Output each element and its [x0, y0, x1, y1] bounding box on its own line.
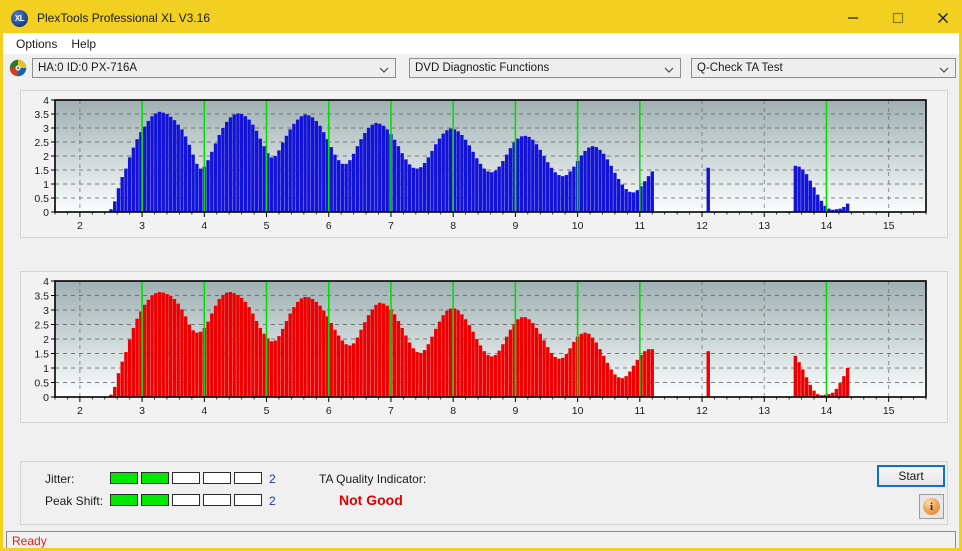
svg-text:4: 4	[201, 405, 207, 417]
ta-quality-value: Not Good	[339, 492, 403, 508]
meter-segment	[110, 494, 138, 506]
svg-text:0: 0	[43, 392, 49, 404]
menu-item-options[interactable]: Options	[9, 35, 64, 53]
svg-text:5: 5	[264, 220, 270, 232]
meter-segment	[110, 472, 138, 484]
menu-bar: Options Help	[3, 33, 959, 54]
meter-segment	[234, 494, 262, 506]
drive-select[interactable]: HA:0 ID:0 PX-716A	[32, 58, 396, 78]
svg-text:3: 3	[43, 305, 49, 317]
jitter-label: Jitter:	[45, 472, 75, 486]
svg-text:3.5: 3.5	[34, 291, 49, 303]
results-panel: Jitter: 2 Peak Shift: 2 TA Quality Indic…	[20, 461, 948, 525]
svg-text:2.5: 2.5	[34, 320, 49, 332]
svg-text:0.5: 0.5	[34, 378, 49, 390]
meter-segment	[234, 472, 262, 484]
chevron-down-icon	[379, 65, 389, 73]
meter-segment	[203, 494, 231, 506]
svg-text:15: 15	[883, 405, 895, 417]
svg-text:1: 1	[43, 363, 49, 375]
ta-test-chart-bottom: 0 0.5 1 1.5 2 2.5 3 3.5 4 2 3 4 5 6 7 8 9 10 11 12 13 14 15	[34, 276, 927, 417]
svg-text:4: 4	[43, 95, 49, 107]
status-text: Ready	[12, 533, 47, 548]
svg-text:12: 12	[696, 220, 708, 232]
svg-text:13: 13	[758, 405, 770, 417]
svg-text:1.5: 1.5	[34, 349, 49, 361]
toolbar: HA:0 ID:0 PX-716A DVD Diagnostic Functio…	[3, 54, 959, 82]
svg-text:2.5: 2.5	[34, 137, 49, 149]
svg-text:11: 11	[634, 405, 645, 417]
peak-shift-meter	[110, 494, 262, 506]
svg-text:8: 8	[450, 220, 456, 232]
close-icon[interactable]	[920, 3, 959, 33]
test-select-value: Q-Check TA Test	[697, 62, 783, 74]
svg-text:2: 2	[77, 405, 83, 417]
svg-text:4: 4	[201, 220, 207, 232]
svg-text:3.5: 3.5	[34, 109, 49, 121]
info-button[interactable]: i	[919, 494, 944, 519]
svg-text:6: 6	[326, 220, 332, 232]
category-select-value: DVD Diagnostic Functions	[415, 62, 550, 74]
meter-segment	[172, 472, 200, 484]
svg-text:8: 8	[450, 405, 456, 417]
jitter-meter	[110, 472, 262, 484]
svg-text:3: 3	[43, 123, 49, 135]
plextools-window: XL PlexTools Professional XL V3.16 Optio…	[0, 0, 962, 551]
jitter-value: 2	[269, 472, 276, 486]
svg-text:2: 2	[77, 220, 83, 232]
window-title: PlexTools Professional XL V3.16	[37, 11, 210, 25]
svg-text:1: 1	[43, 179, 49, 191]
meter-segment	[141, 494, 169, 506]
drive-select-value: HA:0 ID:0 PX-716A	[38, 62, 138, 74]
svg-text:11: 11	[634, 220, 645, 232]
chart-panel-jitter: 0 0.5 1 1.5 2 2.5 3 3.5 4 2 3 4 5 6 7 8 9 10 11 12 13 14 15	[20, 90, 948, 238]
svg-text:14: 14	[821, 220, 833, 232]
ta-quality-label: TA Quality Indicator:	[319, 472, 427, 486]
svg-text:15: 15	[883, 220, 895, 232]
svg-text:3: 3	[139, 220, 145, 232]
chevron-down-icon	[939, 65, 949, 73]
disc-xl-icon: XL	[11, 9, 28, 27]
svg-text:9: 9	[512, 220, 518, 232]
chart-panel-peakshift: 0 0.5 1 1.5 2 2.5 3 3.5 4 2 3 4 5 6 7 8 9 10 11 12 13 14 15	[20, 271, 948, 423]
meter-segment	[172, 494, 200, 506]
start-button[interactable]: Start	[877, 465, 945, 487]
svg-text:9: 9	[512, 405, 518, 417]
svg-text:10: 10	[572, 220, 584, 232]
title-bar: XL PlexTools Professional XL V3.16	[3, 3, 959, 33]
svg-text:1.5: 1.5	[34, 165, 49, 177]
svg-text:13: 13	[758, 220, 770, 232]
meter-segment	[141, 472, 169, 484]
maximize-icon[interactable]	[875, 3, 920, 33]
category-select[interactable]: DVD Diagnostic Functions	[409, 58, 681, 78]
svg-text:10: 10	[572, 405, 584, 417]
svg-text:2: 2	[43, 334, 49, 346]
chevron-down-icon	[664, 65, 674, 73]
svg-text:2: 2	[43, 151, 49, 163]
svg-text:7: 7	[388, 220, 394, 232]
svg-text:6: 6	[326, 405, 332, 417]
svg-text:7: 7	[388, 405, 394, 417]
svg-text:3: 3	[139, 405, 145, 417]
svg-text:0.5: 0.5	[34, 193, 49, 205]
peak-shift-label: Peak Shift:	[45, 494, 104, 508]
test-select[interactable]: Q-Check TA Test	[691, 58, 956, 78]
minimize-icon[interactable]	[830, 3, 875, 33]
svg-text:0: 0	[43, 207, 49, 219]
ta-test-chart-top: 0 0.5 1 1.5 2 2.5 3 3.5 4 2 3 4 5 6 7 8 9 10 11 12 13 14 15	[34, 95, 927, 232]
disc-icon	[9, 59, 27, 77]
svg-text:4: 4	[43, 276, 49, 288]
info-icon: i	[923, 498, 940, 515]
svg-text:5: 5	[264, 405, 270, 417]
window-controls	[830, 3, 959, 33]
svg-text:12: 12	[696, 405, 708, 417]
meter-segment	[203, 472, 231, 484]
menu-item-help[interactable]: Help	[64, 35, 103, 53]
svg-text:14: 14	[821, 405, 833, 417]
peak-shift-value: 2	[269, 494, 276, 508]
status-bar: Ready	[6, 531, 956, 548]
